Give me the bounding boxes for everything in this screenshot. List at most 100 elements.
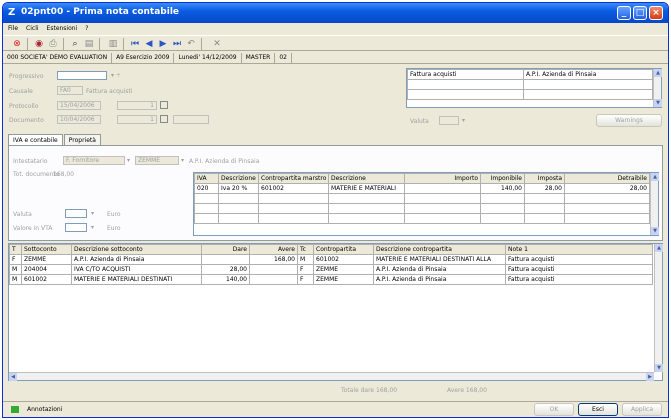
iva-tab-panel: Intestatario F. Fornitore ▾ ZEMME ▾ A.P.…	[8, 145, 663, 241]
undo-icon[interactable]: ↶	[185, 38, 197, 50]
table-row[interactable]: M 601002 MATERIE E MATERIALI DESTINATI 140,…	[9, 274, 653, 285]
scroll-left-icon[interactable]: ◀	[9, 373, 17, 381]
status-date: Lunedi' 14/12/2009	[174, 53, 242, 63]
table-row[interactable]: M 204004 IVA C/TO ACQUISTI 28,00 F ZEMME A.P.I…	[9, 264, 653, 275]
minimize-button[interactable]: _	[617, 6, 631, 20]
documento-date-field[interactable]: 10/04/2006	[57, 115, 101, 124]
search-icon[interactable]: ⌕	[69, 38, 81, 50]
scroll-down-icon[interactable]: ▼	[654, 99, 662, 107]
status-year: A9 Esercizio 2009	[112, 53, 175, 63]
stop-icon[interactable]: ⊗	[11, 38, 23, 50]
totale-avere: Avere 168,00	[447, 387, 487, 394]
context-status-bar: 000 SOCIETA' DEMO EVALUATION A9 Esercizi…	[3, 53, 668, 64]
next-record-icon[interactable]: ▶	[157, 38, 169, 50]
menu-help[interactable]: ?	[85, 23, 88, 34]
iva-header-row: IVA Descrizione Contropartita marstro De…	[194, 173, 650, 184]
documento-calendar-icon[interactable]	[160, 115, 168, 123]
valore-vta-field[interactable]	[65, 223, 87, 232]
scroll-down-icon[interactable]: ▼	[655, 364, 663, 372]
menu-file[interactable]: File	[8, 23, 18, 34]
protocollo-label: Protocollo	[9, 103, 39, 110]
valuta-dropdown-icon[interactable]: ▾	[91, 210, 94, 217]
prev-record-icon[interactable]: ◀	[143, 38, 155, 50]
menu-cicli[interactable]: Cicli	[26, 23, 39, 34]
delete-icon[interactable]: ◉	[33, 38, 45, 50]
close-button[interactable]: ×	[649, 6, 663, 20]
info-box: Fattura acquisti A.P.I. Azienda di Pinsa…	[406, 68, 662, 108]
tot-doc-value: 168,00	[53, 171, 74, 178]
table-row[interactable]	[194, 203, 650, 214]
valuta-top-label: Valuta	[410, 118, 429, 125]
progressivo-label: Progressivo	[9, 73, 44, 80]
window-title: 02pnt00 - Prima nota contabile	[21, 7, 180, 17]
valuta-top-field[interactable]	[439, 116, 459, 125]
causale-field[interactable]: FA0	[57, 86, 83, 95]
status-user: MASTER	[242, 53, 276, 63]
intestatario-label: Intestatario	[13, 158, 48, 165]
valore-vta-dropdown-icon[interactable]: ▾	[91, 224, 94, 231]
valuta-field[interactable]	[65, 209, 87, 218]
protocollo-date-field[interactable]: 15/04/2006	[57, 101, 101, 110]
valuta-suffix: Euro	[107, 211, 121, 218]
status-code: 02	[275, 53, 292, 63]
protocollo-number-field[interactable]: 1	[117, 101, 157, 110]
scroll-up-icon[interactable]: ▲	[654, 69, 662, 77]
menu-estensioni[interactable]: Estensioni	[47, 23, 78, 34]
table-row[interactable]	[194, 213, 650, 224]
totale-dare: Totale dare 168,00	[341, 387, 398, 394]
intestatario-name: A.P.I. Azienda di Pinsaia	[189, 158, 260, 165]
intestatario-type-field[interactable]: F. Fornitore	[63, 156, 125, 165]
movements-hscrollbar[interactable]: ◀ ▶	[9, 372, 654, 381]
scroll-right-icon[interactable]: ▶	[646, 373, 654, 381]
main-window: Z 02pnt00 - Prima nota contabile _ □ × F…	[2, 2, 669, 418]
warnings-button[interactable]: Warnings	[596, 114, 662, 127]
apply-button[interactable]: Applica	[622, 403, 662, 416]
causale-desc: Fattura acquisti	[86, 88, 133, 95]
movements-grid: T Sottoconto Descrizione sottoconto Dare…	[8, 243, 663, 381]
title-bar[interactable]: Z 02pnt00 - Prima nota contabile _ □ ×	[3, 3, 668, 23]
document-icon[interactable]: ▥	[107, 38, 119, 50]
causale-label: Causale	[9, 88, 33, 95]
info-row	[407, 79, 653, 90]
table-row[interactable]	[194, 193, 650, 204]
footer-bar: Annotazioni OK Esci Applica	[3, 401, 668, 417]
last-record-icon[interactable]: ⏭	[171, 38, 183, 50]
table-row[interactable]: F ZEMME A.P.I. Azienda di Pinsaia 168,00 M 60…	[9, 254, 653, 265]
protocollo-calendar-icon[interactable]	[160, 101, 168, 109]
info-row: Fattura acquisti A.P.I. Azienda di Pinsa…	[407, 69, 653, 80]
movements-vscrollbar[interactable]: ▲ ▼	[654, 244, 663, 372]
annotazioni-label[interactable]: Annotazioni	[27, 406, 62, 413]
documento-number-field[interactable]: 1	[117, 115, 157, 124]
iva-grid: IVA Descrizione Contropartita marstro De…	[193, 172, 659, 236]
documento-extra-field[interactable]	[173, 115, 209, 124]
menu-bar: File Cicli Estensioni ?	[3, 23, 668, 34]
iva-scrollbar[interactable]: ▲ ▼	[650, 173, 659, 235]
valore-vta-label: Valore in VTA	[13, 225, 53, 232]
scroll-up-icon[interactable]: ▲	[651, 173, 659, 181]
progressivo-field[interactable]	[57, 71, 107, 80]
valuta-top-dropdown-icon[interactable]: ▾	[462, 117, 465, 124]
cut-icon[interactable]: ✕	[211, 38, 223, 50]
intestatario-type-dropdown-icon[interactable]: ▾	[127, 157, 130, 164]
status-company: 000 SOCIETA' DEMO EVALUATION	[3, 53, 113, 63]
print-icon[interactable]: ⎙	[47, 38, 59, 50]
valuta-label: Valuta	[13, 211, 32, 218]
progressivo-spin-icon[interactable]: ▾ ÷	[111, 72, 121, 79]
filter-icon[interactable]: ▤	[83, 38, 95, 50]
intestatario-code-dropdown-icon[interactable]: ▾	[181, 157, 184, 164]
scroll-down-icon[interactable]: ▼	[651, 227, 659, 235]
valore-vta-suffix: Euro	[107, 225, 121, 232]
movements-header-row: T Sottoconto Descrizione sottoconto Dare…	[9, 244, 653, 255]
toolbar: ⊗ ◉ ⎙ ⌕ ▤ ▥ ⏮ ◀ ▶ ⏭ ↶ ✕	[3, 35, 668, 51]
intestatario-code-field[interactable]: ZEMME	[135, 156, 179, 165]
ok-button[interactable]: OK	[534, 403, 574, 416]
first-record-icon[interactable]: ⏮	[129, 38, 141, 50]
maximize-button[interactable]: □	[633, 6, 647, 20]
info-row	[407, 89, 653, 100]
table-row[interactable]: 020 Iva 20 % 601002 MATERIE E MATERIALI …	[194, 183, 650, 194]
info-scrollbar[interactable]: ▲ ▼	[653, 69, 662, 107]
exit-button[interactable]: Esci	[578, 403, 618, 416]
documento-label: Documento	[9, 117, 44, 124]
annotations-icon	[11, 406, 19, 413]
scroll-up-icon[interactable]: ▲	[655, 244, 663, 252]
